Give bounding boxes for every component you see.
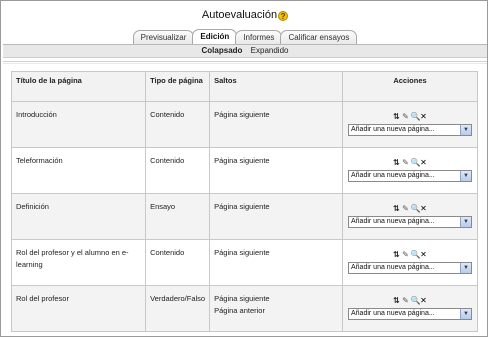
- table-row: Introducción Contenido Página siguiente …: [10, 101, 478, 148]
- column-header-type: Tipo de página: [145, 71, 211, 102]
- page-jumps-cell: Página siguiente: [209, 101, 343, 148]
- page-actions-cell: ⇅ ✎ 🔍✕ Añadir una nueva página... ▼: [342, 193, 478, 240]
- divider: [3, 61, 487, 64]
- view-mode-bar: Colapsado Expandido: [3, 44, 487, 58]
- jump-item: Página siguiente: [214, 202, 270, 211]
- page-header: Autoevaluación?: [1, 9, 487, 21]
- table-row: Rol del profesor Verdadero/Falso Página …: [10, 285, 478, 332]
- page-title-cell: Definición: [10, 193, 147, 240]
- delete-icon[interactable]: ✕: [420, 297, 428, 305]
- preview-icon[interactable]: 🔍: [411, 113, 421, 121]
- action-icons: ⇅ ✎ 🔍✕: [347, 155, 473, 167]
- page-actions-cell: ⇅ ✎ 🔍✕ Añadir una nueva página... ▼: [342, 239, 478, 286]
- table-row: Rol del profesor y el alumno en e-learni…: [10, 239, 478, 286]
- add-page-select-value: Añadir una nueva página...: [351, 126, 435, 133]
- delete-icon[interactable]: ✕: [420, 251, 428, 259]
- subtab-expanded[interactable]: Expandido: [251, 46, 289, 55]
- page-jumps-cell: Página siguiente: [209, 147, 343, 194]
- delete-icon[interactable]: ✕: [420, 159, 428, 167]
- page-actions-cell: ⇅ ✎ 🔍✕ Añadir una nueva página... ▼: [342, 147, 478, 194]
- jump-item: Página siguiente: [214, 294, 270, 303]
- page-type-cell: Ensayo: [145, 193, 211, 240]
- add-page-select[interactable]: Añadir una nueva página... ▼: [348, 308, 472, 320]
- action-icons: ⇅ ✎ 🔍✕: [347, 247, 473, 259]
- chevron-down-icon[interactable]: ▼: [460, 263, 471, 273]
- add-page-select-value: Añadir una nueva página...: [351, 310, 435, 317]
- page-type-cell: Contenido: [145, 239, 211, 286]
- action-icons: ⇅ ✎ 🔍✕: [347, 201, 473, 213]
- page-jumps-cell: Página siguiente: [209, 239, 343, 286]
- preview-icon[interactable]: 🔍: [411, 205, 421, 213]
- jump-item: Página siguiente: [214, 248, 270, 257]
- edit-icon[interactable]: ✎: [402, 205, 410, 213]
- move-icon[interactable]: ⇅: [393, 113, 401, 121]
- page-type-cell: Contenido: [145, 147, 211, 194]
- page-type-cell: Contenido: [145, 101, 211, 148]
- add-page-select[interactable]: Añadir una nueva página... ▼: [348, 170, 472, 182]
- preview-icon[interactable]: 🔍: [411, 159, 421, 167]
- delete-icon[interactable]: ✕: [420, 205, 428, 213]
- tab-bar: Previsualizar Edición Informes Calificar en…: [1, 29, 487, 46]
- jump-item: Página anterior: [214, 306, 265, 315]
- move-icon[interactable]: ⇅: [393, 297, 401, 305]
- column-header-title: Título de la página: [10, 71, 147, 102]
- edit-icon[interactable]: ✎: [402, 297, 410, 305]
- subtab-collapsed[interactable]: Colapsado: [202, 46, 243, 55]
- column-header-jumps: Saltos: [209, 71, 343, 102]
- column-header-actions: Acciones: [342, 71, 478, 102]
- add-page-select[interactable]: Añadir una nueva página... ▼: [348, 262, 472, 274]
- chevron-down-icon[interactable]: ▼: [460, 171, 471, 181]
- edit-icon[interactable]: ✎: [402, 159, 410, 167]
- move-icon[interactable]: ⇅: [393, 205, 401, 213]
- move-icon[interactable]: ⇅: [393, 159, 401, 167]
- page-title-cell: Teleformación: [10, 147, 147, 194]
- preview-icon[interactable]: 🔍: [411, 251, 421, 259]
- page-title-cell: Rol del profesor: [10, 285, 147, 332]
- table-row: Teleformación Contenido Página siguiente…: [10, 147, 478, 194]
- edit-icon[interactable]: ✎: [402, 113, 410, 121]
- page-title: Autoevaluación: [201, 9, 278, 21]
- edit-icon[interactable]: ✎: [402, 251, 410, 259]
- chevron-down-icon[interactable]: ▼: [460, 217, 471, 227]
- table-header-row: Título de la página Tipo de página Salto…: [10, 71, 478, 102]
- table-row: Definición Ensayo Página siguiente ⇅ ✎ 🔍✕ …: [10, 193, 478, 240]
- action-icons: ⇅ ✎ 🔍✕: [347, 293, 473, 305]
- page-jumps-cell: Página siguiente Página anterior: [209, 285, 343, 332]
- page-title-cell: Introducción: [10, 101, 147, 148]
- action-icons: ⇅ ✎ 🔍✕: [347, 109, 473, 121]
- delete-icon[interactable]: ✕: [420, 113, 428, 121]
- add-page-select[interactable]: Añadir una nueva página... ▼: [348, 124, 472, 136]
- jump-item: Página siguiente: [214, 156, 270, 165]
- page-title-cell: Rol del profesor y el alumno en e-learni…: [10, 239, 147, 286]
- page-jumps-cell: Página siguiente: [209, 193, 343, 240]
- jump-item: Página siguiente: [214, 110, 270, 119]
- move-icon[interactable]: ⇅: [393, 251, 401, 259]
- add-page-select[interactable]: Añadir una nueva página... ▼: [348, 216, 472, 228]
- pages-table: Título de la página Tipo de página Salto…: [10, 71, 478, 332]
- chevron-down-icon[interactable]: ▼: [460, 125, 471, 135]
- preview-icon[interactable]: 🔍: [411, 297, 421, 305]
- add-page-select-value: Añadir una nueva página...: [351, 218, 435, 225]
- page-actions-cell: ⇅ ✎ 🔍✕ Añadir una nueva página... ▼: [342, 101, 478, 148]
- page-type-cell: Verdadero/Falso: [145, 285, 211, 332]
- page-actions-cell: ⇅ ✎ 🔍✕ Añadir una nueva página... ▼: [342, 285, 478, 332]
- chevron-down-icon[interactable]: ▼: [460, 309, 471, 319]
- add-page-select-value: Añadir una nueva página...: [351, 264, 435, 271]
- add-page-select-value: Añadir una nueva página...: [351, 172, 435, 179]
- window-frame: Autoevaluación? Previsualizar Edición Info…: [0, 0, 488, 337]
- help-icon[interactable]: ?: [278, 11, 289, 21]
